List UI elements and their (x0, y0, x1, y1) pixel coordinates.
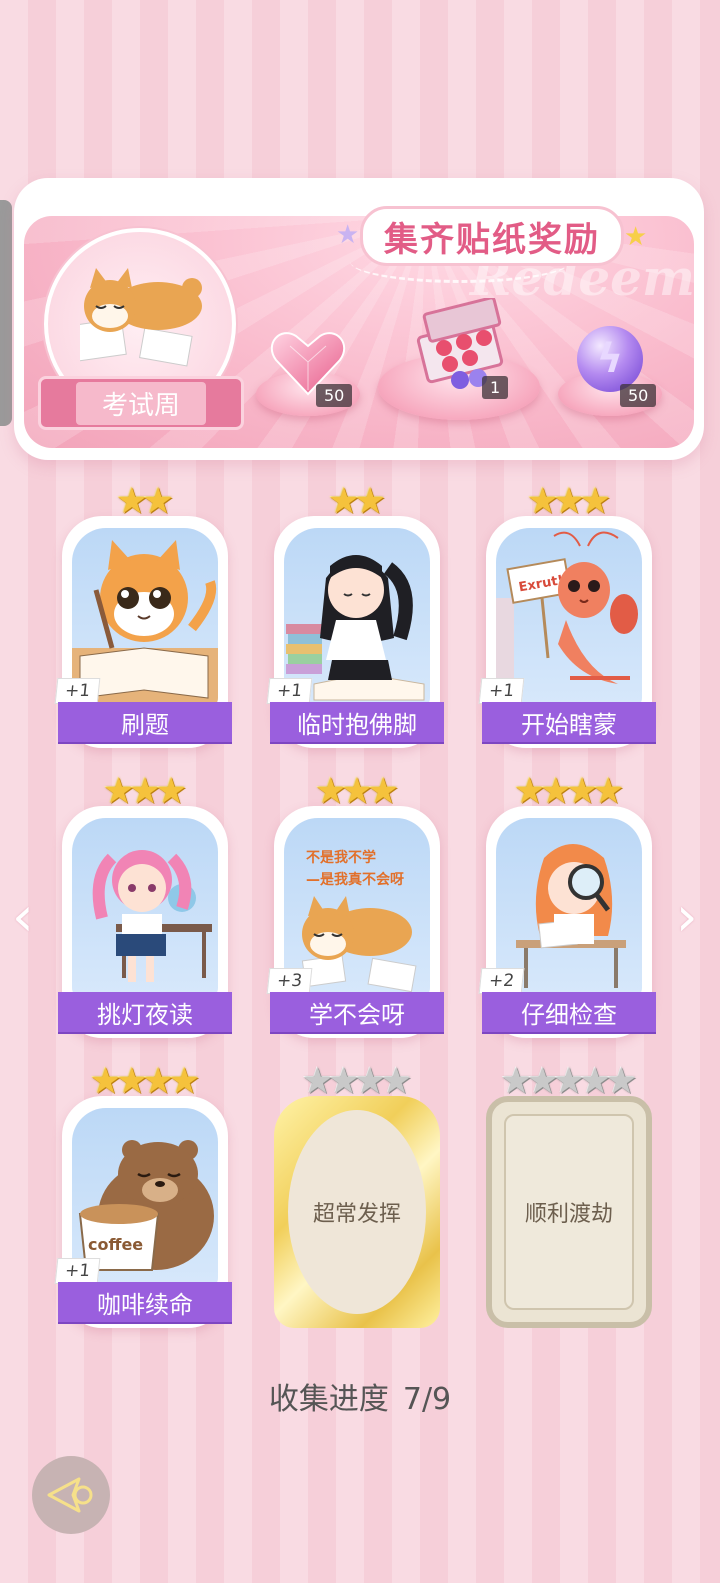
star-rating: ★★ (274, 484, 440, 520)
sticker-card-临时抱佛脚[interactable]: ★★ +1 临时抱佛脚 (266, 484, 444, 748)
bonus-badge: +3 (266, 968, 313, 994)
sleeping-dog-icon (80, 268, 202, 367)
sticker-name: 挑灯夜读 (58, 992, 232, 1032)
bonus-badge: +1 (54, 678, 101, 704)
locked-sticker-name: 顺利渡劫 (504, 1114, 634, 1310)
sticker-card-开始瞎蒙[interactable]: ★★★ Exrut! +1 开始瞎蒙 (478, 484, 656, 748)
star-rating: ★★★ (274, 774, 440, 810)
sticker-card-学不会呀[interactable]: ★★★ 不是我不学 —是我真不会呀 +3 学不会呀 (266, 774, 444, 1038)
sticker-card-刷题[interactable]: ★★ +1 刷题 (54, 484, 232, 748)
locked-frame: 超常发挥 (274, 1096, 440, 1328)
locked-sticker-name: 超常发挥 (288, 1110, 426, 1314)
progress-label: 收集进度 (268, 1382, 389, 1417)
sticker-card-顺利渡劫[interactable]: ★★★★★ 顺利渡劫 (486, 1064, 652, 1328)
star-icon: ★ (592, 771, 625, 812)
locked-frame: 顺利渡劫 (486, 1096, 652, 1328)
star-rating: ★★★ (486, 484, 652, 520)
star-rating: ★★ (62, 484, 228, 520)
caption-line2: —是我真不会呀 (306, 871, 404, 888)
sticker-name: 学不会呀 (270, 992, 444, 1032)
sticker-name: 临时抱佛脚 (270, 702, 444, 742)
back-arrow-icon (47, 1477, 93, 1513)
star-rating: ★★★★★ (486, 1064, 652, 1100)
yellow-star-icon: ★ (624, 222, 648, 252)
star-icon: ★ (367, 771, 400, 812)
purple-star-icon: ★ (336, 220, 360, 250)
sticker-art (72, 818, 218, 998)
item-count-badge: 1 (482, 376, 509, 399)
sticker-card-超常发挥[interactable]: ★★★★ 超常发挥 (274, 1064, 440, 1328)
sticker-card-咖啡续命[interactable]: ★★★★ coffee +1 咖啡续命 (54, 1064, 232, 1328)
sticker-card-挑灯夜读[interactable]: ★★★ 挑灯夜读 (58, 774, 232, 1038)
progress-value: 7/9 (402, 1382, 452, 1417)
star-icon: ★ (605, 1061, 638, 1102)
energy-orb-icon[interactable]: ϟ (577, 326, 643, 392)
star-rating: ★★★★ (486, 774, 652, 810)
star-icon: ★ (155, 771, 188, 812)
reading-girl-icon (92, 850, 212, 982)
bonus-badge: +1 (266, 678, 313, 704)
bonus-badge: +1 (54, 1258, 101, 1284)
next-page-chevron-right-icon[interactable]: › (676, 890, 698, 944)
prev-page-chevron-left-icon[interactable]: ‹ (12, 890, 34, 944)
sticker-name: 开始瞎蒙 (482, 702, 656, 742)
sticker-name: 咖啡续命 (58, 1282, 232, 1322)
star-rating: ★★★★ (62, 1064, 228, 1100)
star-icon: ★ (380, 1061, 413, 1102)
sticker-name: 刷题 (58, 702, 232, 742)
reward-title: 集齐贴纸奖励 (360, 206, 624, 266)
item-count-badge: 50 (316, 384, 353, 407)
item-count-badge: 50 (620, 384, 657, 407)
star-icon: ★ (142, 481, 175, 522)
star-rating: ★★★★ (274, 1064, 440, 1100)
caption-line1: 不是我不学 (306, 849, 376, 866)
bonus-badge: +1 (478, 678, 525, 704)
side-drawer-handle[interactable] (0, 200, 12, 426)
cup-text: coffee (88, 1235, 143, 1254)
star-icon: ★ (168, 1061, 201, 1102)
collection-progress: 收集进度 7/9 (0, 1374, 720, 1418)
back-button[interactable] (32, 1456, 110, 1534)
sticker-card-仔细检查[interactable]: ★★★★ +2 仔细检查 (478, 774, 656, 1038)
star-icon: ★ (579, 481, 612, 522)
sticker-name: 仔细检查 (482, 992, 656, 1032)
star-icon: ★ (354, 481, 387, 522)
bonus-badge: +2 (478, 968, 525, 994)
event-label: 考试周 (38, 376, 244, 430)
star-rating: ★★★ (62, 774, 228, 810)
